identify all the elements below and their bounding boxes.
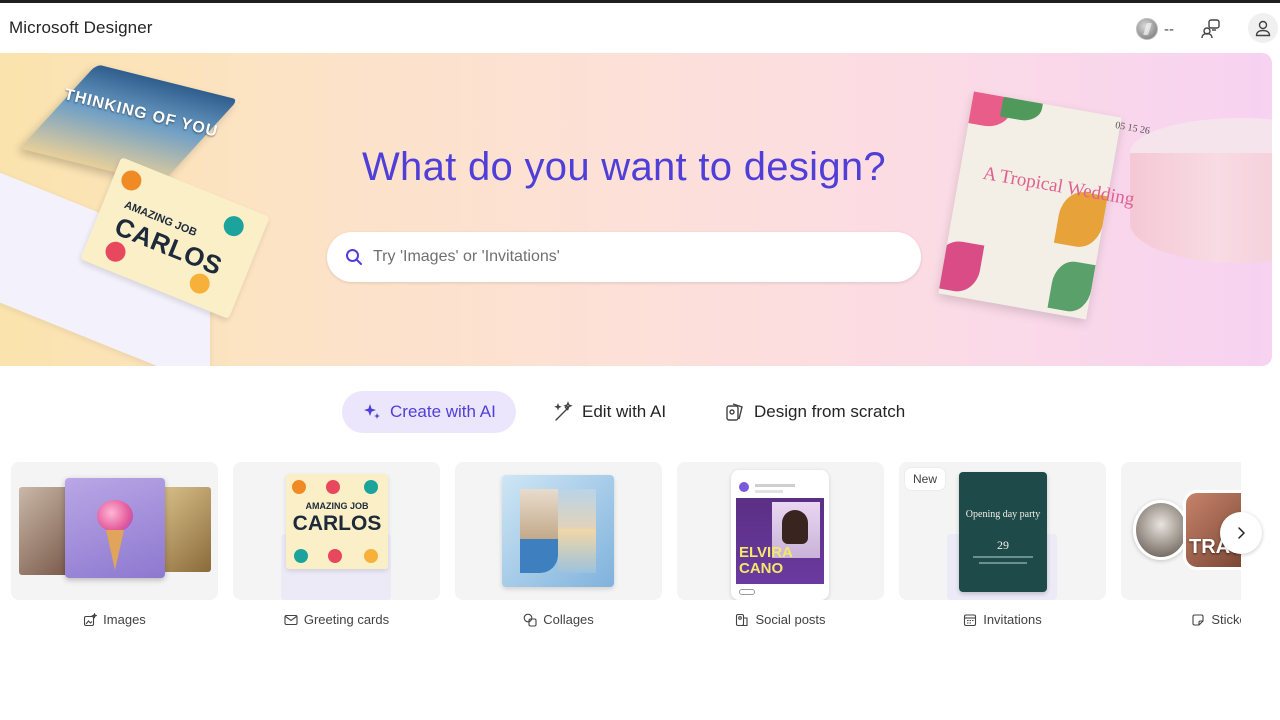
category-card-stickers[interactable]: TRAV Stickers — [1121, 462, 1241, 632]
app-title[interactable]: Microsoft Designer — [9, 18, 153, 38]
category-card-greeting-cards[interactable]: AMAZING JOB CARLOS Greeting cards — [233, 462, 440, 632]
share-button[interactable] — [1197, 15, 1225, 43]
coin-icon — [1136, 18, 1158, 40]
pedestal-body-image — [1130, 153, 1272, 263]
hero-art-right: 05 15 26 A Tropical Wedding — [920, 53, 1272, 366]
image-sparkle-icon — [84, 612, 98, 626]
tab-label: Design from scratch — [754, 402, 906, 421]
account-button[interactable] — [1248, 13, 1278, 43]
mode-tabs: Create with AI Edit with AI Design from … — [0, 391, 1248, 433]
sparkle-icon — [364, 404, 380, 419]
share-icon — [1201, 19, 1220, 39]
category-label: Social posts — [677, 612, 884, 627]
category-thumbnail: AMAZING JOB CARLOS — [233, 462, 440, 600]
category-label-text: Greeting cards — [303, 612, 390, 627]
tab-edit-with-ai[interactable]: Edit with AI — [532, 391, 684, 433]
hero-art-left: THINKING OF YOU AMAZING JOB CARLOS — [0, 53, 300, 366]
social-thumb-name-2: CANO — [739, 560, 784, 577]
category-thumbnail: ELVIRA CANO — [677, 462, 884, 600]
category-thumbnail: Opening day party 29 New — [899, 462, 1106, 600]
magic-wand-icon — [554, 401, 573, 421]
category-thumbnail — [11, 462, 218, 600]
category-label: Invitations — [899, 612, 1106, 627]
category-label: Greeting cards — [233, 612, 440, 627]
category-label: Images — [11, 612, 218, 627]
credits-count: -- — [1164, 20, 1174, 38]
invitation-thumb-date: 29 — [997, 538, 1009, 552]
category-label-text: Stickers — [1211, 612, 1241, 627]
hero-banner: THINKING OF YOU AMAZING JOB CARLOS What … — [0, 53, 1272, 366]
calendar-icon — [964, 613, 977, 626]
sticker-icon — [1192, 613, 1204, 626]
category-label-text: Invitations — [983, 612, 1042, 627]
category-label-text: Social posts — [755, 612, 826, 627]
search-box[interactable] — [327, 232, 921, 282]
category-label-text: Collages — [543, 612, 594, 627]
category-label-text: Images — [103, 612, 146, 627]
category-card-images[interactable]: Images — [11, 462, 218, 632]
carousel-next-button[interactable] — [1220, 512, 1262, 554]
search-input[interactable] — [373, 248, 893, 266]
app-header: Microsoft Designer -- — [0, 3, 1280, 53]
category-carousel: Images AMAZING JOB CARLOS Greeting cards — [11, 462, 1241, 632]
invitation-thumb-title: Opening day party — [965, 509, 1041, 520]
category-card-social-posts[interactable]: ELVIRA CANO Social posts — [677, 462, 884, 632]
envelope-icon — [284, 614, 298, 625]
category-thumbnail — [455, 462, 662, 600]
account-icon — [1255, 20, 1271, 37]
greeting-thumb-name: CARLOS — [292, 512, 382, 535]
tab-label: Edit with AI — [582, 402, 667, 421]
new-badge: New — [905, 468, 946, 490]
credits-display[interactable]: -- — [1136, 17, 1174, 41]
category-card-collages[interactable]: Collages — [455, 462, 662, 632]
social-post-icon — [736, 613, 749, 626]
category-label: Stickers — [1121, 612, 1241, 627]
tab-label: Create with AI — [390, 402, 496, 421]
greeting-thumb-subtitle: AMAZING JOB — [305, 501, 369, 511]
collage-icon — [523, 613, 537, 627]
tab-create-with-ai[interactable]: Create with AI — [342, 391, 516, 433]
search-icon — [346, 249, 362, 265]
chevron-right-icon — [1238, 527, 1245, 539]
tab-design-from-scratch[interactable]: Design from scratch — [704, 391, 923, 433]
social-thumb-name-1: ELVIRA — [739, 544, 793, 561]
category-card-invitations[interactable]: Opening day party 29 New Invitations — [899, 462, 1106, 632]
invite-date: 05 15 26 — [1114, 120, 1151, 137]
wedding-invitation-image — [938, 91, 1122, 320]
scratch-icon — [726, 403, 743, 421]
category-label: Collages — [455, 612, 662, 627]
